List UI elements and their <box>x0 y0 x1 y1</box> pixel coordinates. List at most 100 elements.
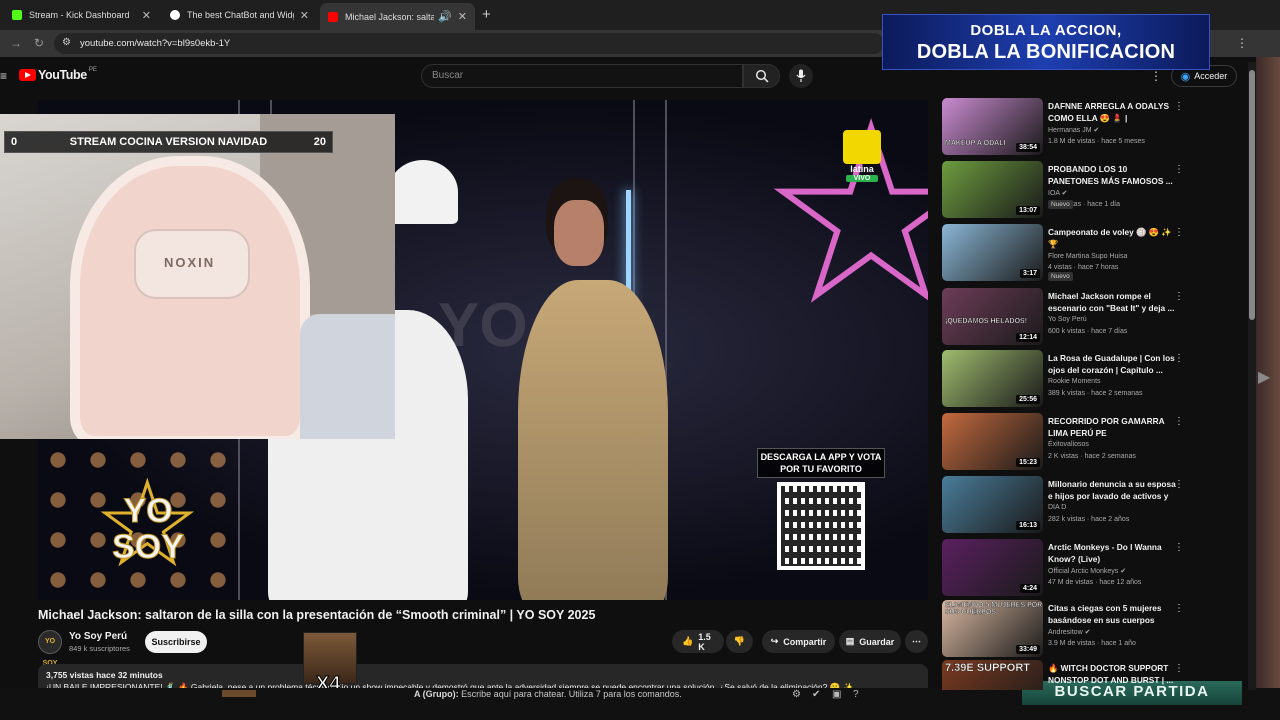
channel-name[interactable]: Éxitovaliosos <box>1048 441 1089 448</box>
hamburger-icon[interactable]: ≡ <box>0 69 7 83</box>
voice-search-button[interactable] <box>789 64 813 88</box>
search-input[interactable]: Buscar <box>421 64 743 88</box>
close-tab-icon[interactable]: ✕ <box>142 9 151 22</box>
channel-name[interactable]: Andresitow ✔ <box>1048 628 1090 636</box>
settings-icon[interactable]: ⚙ <box>792 689 801 700</box>
subscribe-button[interactable]: Suscribirse <box>145 631 207 653</box>
recommended-video[interactable]: 25:56 La Rosa de Guadalupe | Con los ojos… <box>942 350 1187 408</box>
latina-mark <box>843 130 881 164</box>
video-title[interactable]: Campeonato de voley 🏐 😍 ✨ 🏆 <box>1048 227 1176 250</box>
more-options-icon[interactable]: ⋮ <box>1174 542 1184 553</box>
dislike-button[interactable]: 👎 <box>726 630 753 653</box>
close-tab-icon[interactable]: ✕ <box>300 9 309 22</box>
more-options-icon[interactable]: ⋮ <box>1174 164 1184 175</box>
screen-icon[interactable]: ▣ <box>832 689 841 700</box>
duration-badge: 16:13 <box>1016 521 1040 530</box>
more-actions-button[interactable]: ⋯ <box>905 630 928 653</box>
forward-icon[interactable]: → <box>10 36 22 50</box>
video-thumbnail[interactable]: 15:23 <box>942 413 1043 470</box>
tab-youtube-video[interactable]: Michael Jackson: saltaron d 🔊 ✕ <box>320 3 475 30</box>
channel-name[interactable]: Yo Soy Perú <box>1048 316 1087 323</box>
video-title[interactable]: La Rosa de Guadalupe | Con los ojos del … <box>1048 353 1176 376</box>
video-title[interactable]: Arctic Monkeys - Do I Wanna Know? (Live) <box>1048 542 1176 565</box>
more-options-icon[interactable]: ⋮ <box>1174 603 1184 614</box>
site-info-icon[interactable]: ⚙ <box>62 37 71 48</box>
video-thumbnail[interactable]: ¡QUEDAMOS HELADOS! 12:14 <box>942 288 1043 345</box>
duration-badge: 33:49 <box>1016 645 1040 654</box>
check-icon[interactable]: ✔ <box>812 689 820 700</box>
video-title[interactable]: PROBANDO LOS 10 PANETONES MÁS FAMOSOS ..… <box>1048 164 1176 187</box>
tab-kick-dashboard[interactable]: Stream - Kick Dashboard ✕ <box>4 3 159 27</box>
more-icon: ⋯ <box>912 636 921 646</box>
speaker-icon[interactable]: 🔊 <box>438 10 452 23</box>
new-tab-button[interactable]: + <box>482 6 491 23</box>
recommended-video[interactable]: ELIGIENDO 5 MUJERES POR SUS CUERPOS 33:49… <box>942 600 1187 658</box>
tab-chatbot-widgets[interactable]: The best ChatBot and Widgets ✕ <box>162 3 317 27</box>
webcam-overlay: NOXIN <box>0 114 395 439</box>
video-thumbnail[interactable]: 13:07 <box>942 161 1043 218</box>
thumbs-up-icon: 👍 <box>682 636 694 646</box>
recommended-video[interactable]: 13:07 PROBANDO LOS 10 PANETONES MÁS FAMOS… <box>942 161 1187 219</box>
microphone-icon <box>796 69 806 82</box>
more-options-icon[interactable]: ⋮ <box>1174 227 1184 238</box>
video-title[interactable]: Michael Jackson rompe el escenario con "… <box>1048 291 1176 314</box>
tab-title: The best ChatBot and Widgets <box>187 10 294 20</box>
video-thumbnail[interactable]: MAKEUP A ODALI 38:54 <box>942 98 1043 155</box>
recommended-video[interactable]: 16:13 Millonario denuncia a su esposa e h… <box>942 476 1187 534</box>
more-options-icon[interactable]: ⋮ <box>1174 291 1184 302</box>
video-title[interactable]: 🔥 WITCH DOCTOR SUPPORT NONSTOP DOT AND B… <box>1048 663 1176 686</box>
game-chat-line[interactable]: A (Grupo): Escribe aquí para chatear. Ut… <box>414 689 682 699</box>
close-tab-icon[interactable]: ✕ <box>458 10 467 23</box>
video-thumbnail[interactable]: 16:13 <box>942 476 1043 533</box>
stream-goal-bar: 0 STREAM COCINA VERSION NAVIDAD 20 <box>4 131 333 153</box>
recommended-video[interactable]: ¡QUEDAMOS HELADOS! 12:14 Michael Jackson r… <box>942 288 1187 346</box>
duration-badge: 12:14 <box>1016 333 1040 342</box>
recommended-video[interactable]: MAKEUP A ODALI 38:54 DAFNNE ARREGLA A ODAL… <box>942 98 1187 156</box>
video-title[interactable]: Millonario denuncia a su esposa e hijos … <box>1048 479 1176 502</box>
like-button[interactable]: 👍 1.5 K <box>672 630 724 653</box>
video-thumbnail[interactable]: 7.39E SUPPORT <box>942 660 1043 690</box>
video-thumbnail[interactable]: 3:17 <box>942 224 1043 281</box>
duration-badge: 15:23 <box>1016 458 1040 467</box>
recommended-video[interactable]: 7.39E SUPPORT 🔥 WITCH DOCTOR SUPPORT NONS… <box>942 660 1187 690</box>
more-options-icon[interactable]: ⋮ <box>1174 479 1184 490</box>
video-thumbnail[interactable]: 25:56 <box>942 350 1043 407</box>
channel-name[interactable]: Flore Martina Supo Huisa <box>1048 253 1127 260</box>
browser-menu-icon[interactable]: ⋮ <box>1236 36 1248 50</box>
more-options-icon[interactable]: ⋮ <box>1174 416 1184 427</box>
help-icon[interactable]: ? <box>853 689 859 700</box>
video-title[interactable]: RECORRIDO POR GAMARRA LIMA PERÚ PE <box>1048 416 1176 439</box>
video-title[interactable]: Citas a ciegas con 5 mujeres basándose e… <box>1048 603 1176 626</box>
scrollbar-thumb[interactable] <box>1249 70 1255 320</box>
yo-soy-logo: ★ YO SOY <box>97 468 199 581</box>
channel-name[interactable]: Official Arctic Monkeys ✔ <box>1048 567 1126 575</box>
recommended-video[interactable]: 4:24 Arctic Monkeys - Do I Wanna Know? (L… <box>942 539 1187 597</box>
youtube-logo[interactable]: YouTube PE <box>19 67 97 82</box>
share-button[interactable]: ↪ Compartir <box>762 630 835 653</box>
more-options-icon[interactable]: ⋮ <box>1174 353 1184 364</box>
recommended-video[interactable]: 3:17 Campeonato de voley 🏐 😍 ✨ 🏆 Flore Mar… <box>942 224 1187 282</box>
chair-brand: NOXIN <box>164 255 216 270</box>
live-badge: VIVO <box>846 175 878 182</box>
video-thumbnail[interactable]: ELIGIENDO 5 MUJERES POR SUS CUERPOS 33:49 <box>942 600 1043 657</box>
more-options-icon[interactable]: ⋮ <box>1174 663 1184 674</box>
recommended-video[interactable]: 15:23 RECORRIDO POR GAMARRA LIMA PERÚ PE É… <box>942 413 1187 471</box>
url-text[interactable]: youtube.com/watch?v=bl9s0ekb-1Y <box>80 38 230 49</box>
jacket <box>300 314 395 439</box>
channel-name[interactable]: DIA D <box>1048 504 1066 511</box>
channel-name[interactable]: Hermanas JM ✔ <box>1048 126 1099 134</box>
channel-name[interactable]: IOA ✔ <box>1048 189 1067 197</box>
video-title[interactable]: DAFNNE ARREGLA A ODALYS COMO ELLA 😍 💄 | … <box>1048 101 1176 124</box>
channel-name[interactable]: Yo Soy Perú <box>69 631 127 642</box>
video-meta: 3.9 M de vistas · hace 1 año <box>1048 640 1136 647</box>
channel-avatar[interactable]: YO SOY <box>38 630 62 667</box>
channel-name[interactable]: Rookie Moments <box>1048 378 1101 385</box>
settings-menu-icon[interactable]: ⋮ <box>1150 69 1162 83</box>
search-button[interactable] <box>743 64 780 88</box>
reload-icon[interactable]: ↻ <box>34 36 44 50</box>
more-options-icon[interactable]: ⋮ <box>1174 101 1184 112</box>
video-thumbnail[interactable]: 4:24 <box>942 539 1043 596</box>
meme-overlay: X4 <box>303 632 357 696</box>
save-button[interactable]: ▤ Guardar <box>839 630 901 653</box>
chat-hint: Escribe aquí para chatear. Utiliza 7 par… <box>461 689 682 699</box>
